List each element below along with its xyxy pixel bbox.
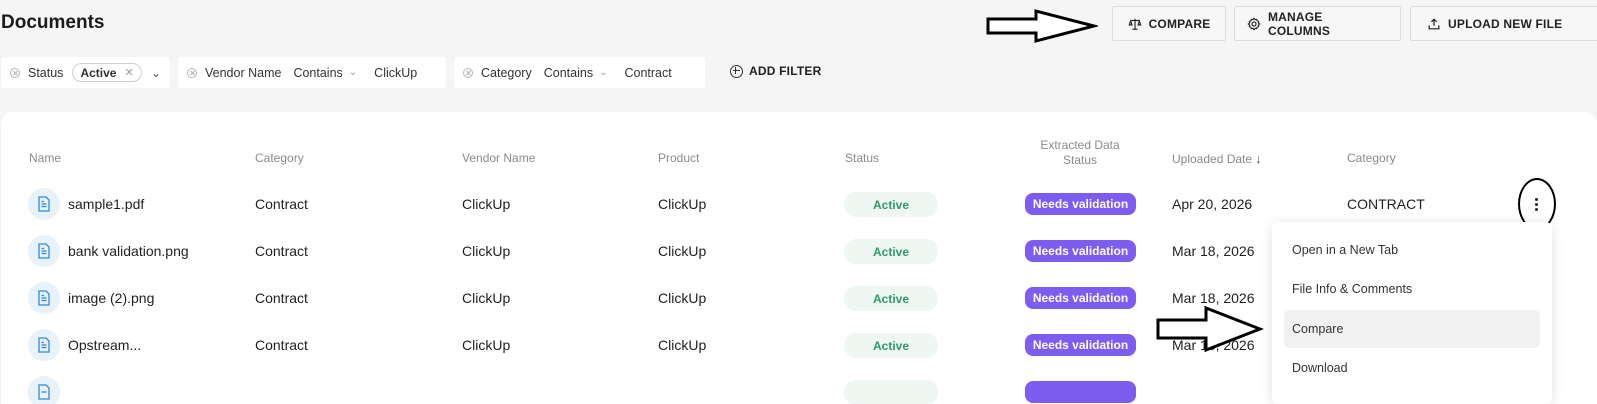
- clear-filter-icon[interactable]: [10, 67, 20, 78]
- operator-select[interactable]: Contains ⌄: [544, 66, 608, 80]
- table-row[interactable]: sample1.pdf Contract ClickUp ClickUp Act…: [0, 188, 1597, 220]
- column-header-extracted-data-status[interactable]: Extracted Data Status: [1025, 138, 1135, 168]
- file-icon: [28, 188, 60, 220]
- filter-category[interactable]: Category Contains ⌄ Contract: [454, 57, 705, 88]
- menu-item-download[interactable]: Download: [1284, 349, 1540, 387]
- cell-category: Contract: [255, 337, 308, 353]
- filter-value[interactable]: Contract: [624, 66, 671, 80]
- cell-product: ClickUp: [658, 290, 707, 306]
- column-header-status[interactable]: Status: [845, 151, 879, 165]
- clear-filter-icon[interactable]: [187, 67, 197, 78]
- cell-uploaded-date: Mar 18, 2026: [1172, 290, 1255, 306]
- filter-vendor-name[interactable]: Vendor Name Contains ⌄ ClickUp: [178, 57, 446, 88]
- cell-vendor: ClickUp: [462, 243, 511, 259]
- status-badge: Active: [844, 239, 938, 264]
- operator-label: Contains: [293, 65, 343, 80]
- menu-item-compare[interactable]: Compare: [1284, 310, 1540, 348]
- header-line: Extracted Data: [1040, 138, 1120, 152]
- column-header-category-2[interactable]: Category: [1347, 151, 1396, 165]
- operator-label: Contains: [543, 65, 594, 80]
- extraction-status-badge: [1025, 381, 1136, 403]
- chevron-down-icon: ⌄: [599, 67, 608, 78]
- file-icon: [28, 282, 60, 314]
- cell-name[interactable]: sample1.pdf: [68, 196, 144, 212]
- row-context-menu: Open in a New Tab File Info & Comments C…: [1272, 222, 1552, 404]
- header-line: Status: [1062, 153, 1098, 167]
- upload-new-file-button[interactable]: UPLOAD NEW FILE: [1410, 6, 1597, 41]
- cell-name[interactable]: image (2).png: [68, 290, 154, 306]
- extraction-status-badge: Needs validation: [1025, 287, 1136, 309]
- chevron-down-icon: ⌄: [348, 67, 358, 78]
- chip-remove-icon[interactable]: ✕: [124, 66, 133, 79]
- cell-category: Contract: [255, 196, 308, 212]
- header-label: Uploaded Date: [1172, 152, 1253, 166]
- menu-item-open-new-tab[interactable]: Open in a New Tab: [1284, 231, 1540, 269]
- cell-product: ClickUp: [658, 196, 707, 212]
- add-filter-label: ADD FILTER: [749, 64, 822, 78]
- cell-vendor: ClickUp: [462, 337, 511, 353]
- cell-vendor: ClickUp: [462, 196, 511, 212]
- compare-label: COMPARE: [1148, 16, 1211, 31]
- cell-category: Contract: [255, 290, 308, 306]
- upload-icon: [1428, 17, 1440, 29]
- status-badge: Active: [844, 333, 938, 358]
- file-icon: [28, 329, 60, 361]
- cell-name[interactable]: Opstream...: [68, 337, 141, 353]
- filter-status[interactable]: Status Active ✕ ⌄: [1, 57, 170, 88]
- page-title: Documents: [1, 12, 105, 33]
- cell-product: ClickUp: [658, 243, 707, 259]
- add-filter-button[interactable]: ADD FILTER: [730, 64, 821, 78]
- cell-uploaded-date: Apr 20, 2026: [1172, 196, 1253, 212]
- annotation-arrow-menu-compare: [1156, 306, 1264, 352]
- extraction-status-badge: Needs validation: [1025, 193, 1136, 215]
- extraction-status-badge: Needs validation: [1025, 334, 1136, 356]
- cell-name[interactable]: bank validation.png: [68, 243, 189, 259]
- extraction-status-badge: Needs validation: [1025, 240, 1136, 262]
- menu-item-file-info[interactable]: File Info & Comments: [1284, 270, 1540, 308]
- sort-down-icon[interactable]: ↓: [1255, 151, 1262, 166]
- manage-columns-label: MANAGE COLUMNS: [1267, 9, 1331, 38]
- compare-button[interactable]: COMPARE: [1112, 6, 1226, 41]
- chip-label: Active: [80, 65, 117, 80]
- cell-product: ClickUp: [658, 337, 707, 353]
- plus-circle-icon: [730, 64, 743, 78]
- cell-vendor: ClickUp: [462, 290, 511, 306]
- gear-icon: [1247, 16, 1261, 31]
- operator-select[interactable]: Contains ⌄: [293, 66, 357, 80]
- column-header-category[interactable]: Category: [255, 151, 304, 165]
- filter-field-label: Category: [481, 65, 532, 80]
- upload-label: UPLOAD NEW FILE: [1448, 16, 1563, 31]
- status-badge: [844, 380, 938, 404]
- column-header-name[interactable]: Name: [29, 151, 61, 165]
- filter-value[interactable]: ClickUp: [374, 66, 417, 80]
- filter-field-label: Vendor Name: [205, 65, 282, 80]
- cell-category: Contract: [255, 243, 308, 259]
- column-header-uploaded-date[interactable]: Uploaded Date ↓: [1172, 151, 1262, 166]
- status-badge: Active: [844, 286, 938, 311]
- column-header-product[interactable]: Product: [658, 151, 699, 165]
- column-header-vendor-name[interactable]: Vendor Name: [462, 151, 535, 165]
- clear-filter-icon[interactable]: [463, 67, 473, 78]
- filter-field-label: Status: [28, 65, 64, 80]
- manage-columns-button[interactable]: MANAGE COLUMNS: [1234, 6, 1401, 41]
- cell-category-2: CONTRACT: [1347, 196, 1425, 212]
- file-icon: [28, 376, 60, 404]
- chevron-down-icon[interactable]: ⌄: [151, 66, 161, 80]
- balance-scale-icon: [1128, 18, 1142, 30]
- file-icon: [28, 235, 60, 267]
- annotation-arrow-compare: [986, 9, 1098, 43]
- cell-uploaded-date: Mar 18, 2026: [1172, 243, 1255, 259]
- status-chip[interactable]: Active ✕: [72, 63, 142, 82]
- status-badge: Active: [844, 192, 938, 217]
